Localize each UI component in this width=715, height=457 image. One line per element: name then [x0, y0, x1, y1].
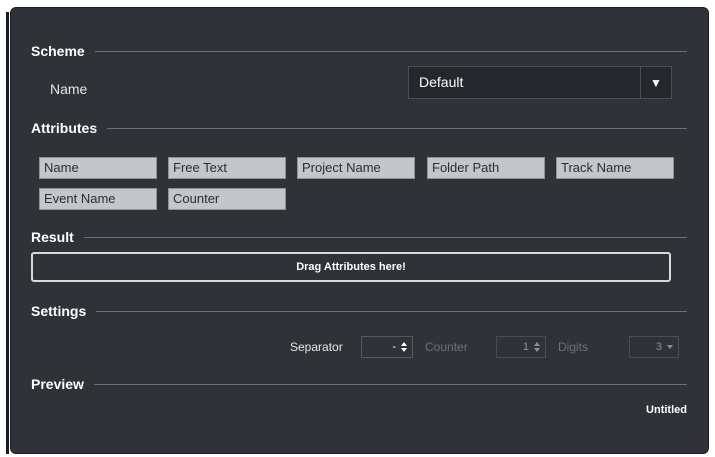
- chevron-down-icon[interactable]: ▼: [640, 67, 671, 98]
- attribute-chip-event-name[interactable]: Event Name: [39, 188, 157, 210]
- stepper-arrows-icon[interactable]: [533, 341, 541, 353]
- result-title: Result: [31, 229, 74, 245]
- digits-value: 3: [655, 341, 662, 353]
- attribute-chip-free-text[interactable]: Free Text: [168, 157, 286, 179]
- attribute-chip-name[interactable]: Name: [39, 157, 157, 179]
- separator-value: -: [392, 341, 396, 353]
- attribute-chip-track-name[interactable]: Track Name: [556, 157, 674, 179]
- section-divider: [83, 236, 687, 238]
- digits-label: Digits: [558, 340, 589, 354]
- attributes-title: Attributes: [31, 120, 98, 136]
- attribute-chip-folder-path[interactable]: Folder Path: [427, 157, 545, 179]
- window-edge: [6, 12, 9, 454]
- settings-section-header: Settings: [31, 301, 687, 321]
- separator-label: Separator: [290, 340, 343, 354]
- scheme-title: Scheme: [31, 43, 85, 59]
- counter-stepper[interactable]: 1: [496, 336, 546, 358]
- section-divider: [107, 127, 687, 129]
- attribute-chip-project-name[interactable]: Project Name: [297, 157, 415, 179]
- scheme-name-label: Name: [50, 81, 88, 97]
- preview-value: Untitled: [646, 404, 687, 416]
- counter-label: Counter: [425, 340, 468, 354]
- drop-hint-text: Drag Attributes here!: [296, 261, 406, 273]
- preview-section-header: Preview: [31, 374, 687, 394]
- attributes-section-header: Attributes: [31, 118, 687, 138]
- preview-title: Preview: [31, 376, 84, 392]
- separator-stepper[interactable]: -: [361, 336, 413, 358]
- scheme-select[interactable]: Default ▼: [408, 66, 672, 99]
- section-divider: [93, 383, 687, 385]
- attribute-chip-counter[interactable]: Counter: [168, 188, 286, 210]
- chevron-down-icon[interactable]: [666, 343, 674, 351]
- settings-title: Settings: [31, 303, 87, 319]
- counter-value: 1: [522, 341, 529, 353]
- result-drop-zone[interactable]: Drag Attributes here!: [31, 252, 671, 282]
- section-divider: [96, 310, 687, 312]
- stepper-arrows-icon[interactable]: [400, 341, 408, 353]
- section-divider: [94, 50, 687, 52]
- digits-select[interactable]: 3: [629, 336, 679, 358]
- scheme-section-header: Scheme: [31, 41, 687, 61]
- scheme-select-value: Default: [419, 74, 464, 90]
- result-section-header: Result: [31, 227, 687, 247]
